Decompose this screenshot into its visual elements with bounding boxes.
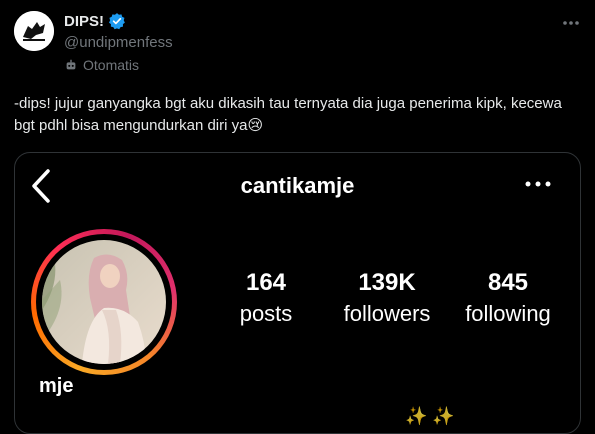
followers-count: 139K bbox=[358, 269, 416, 296]
more-options-button[interactable] bbox=[560, 12, 582, 34]
account-avatar[interactable] bbox=[14, 11, 54, 51]
automated-text: Otomatis bbox=[83, 57, 140, 73]
posts-label: posts bbox=[239, 301, 293, 326]
display-name[interactable]: DIPS! bbox=[64, 13, 104, 30]
instagram-username: cantikamje bbox=[240, 173, 355, 198]
account-handle[interactable]: @undipmenfess bbox=[64, 34, 173, 51]
display-name-row[interactable]: DIPS! bbox=[64, 12, 126, 30]
tweet-text: -dips! jujur ganyangka bgt aku dikasih t… bbox=[14, 95, 566, 134]
tweet-media-image[interactable]: cantikamje 164 posts 139K followers 845 … bbox=[14, 152, 581, 434]
following-count: 845 bbox=[487, 269, 529, 296]
instagram-more-icon bbox=[525, 181, 551, 187]
posts-count: 164 bbox=[245, 269, 287, 296]
story-ring bbox=[31, 229, 177, 375]
instagram-profile-name: mje bbox=[39, 375, 74, 397]
followers-stat[interactable]: 139K followers bbox=[333, 269, 441, 329]
robot-icon bbox=[66, 59, 76, 70]
followers-label: followers bbox=[343, 301, 431, 326]
verified-badge-icon bbox=[108, 12, 126, 30]
posts-stat[interactable]: 164 posts bbox=[233, 269, 299, 329]
more-horizontal-icon bbox=[563, 21, 579, 25]
following-label: following bbox=[465, 301, 551, 326]
automated-account-label[interactable]: Otomatis bbox=[64, 57, 139, 73]
cropped-emoji-row: ✨ ✨ bbox=[405, 406, 455, 426]
instagram-profile-photo bbox=[42, 240, 166, 364]
following-stat[interactable]: 845 following bbox=[455, 269, 561, 329]
